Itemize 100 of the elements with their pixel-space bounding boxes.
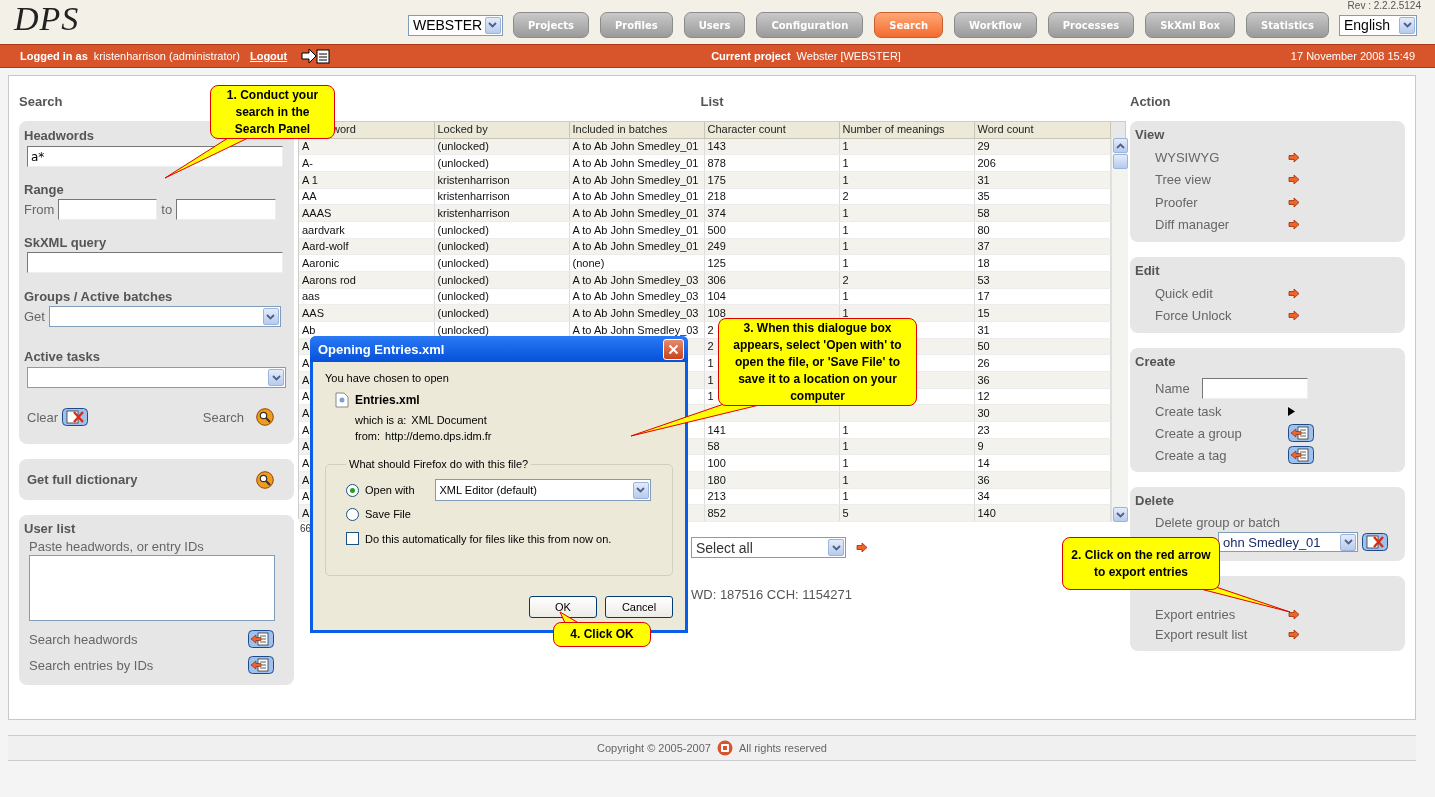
table-cell: 35 (977, 190, 990, 203)
from-input[interactable] (58, 199, 158, 220)
clear-icon[interactable] (1362, 533, 1388, 551)
table-cell: 1 (842, 440, 849, 453)
table-cell: 175 (707, 173, 726, 186)
logged-in-label: Logged in as (20, 50, 88, 62)
table-cell: aas (302, 290, 320, 303)
file-name: Entries.xml (355, 393, 420, 407)
table-cell: 180 (707, 473, 726, 486)
caret-icon (262, 308, 279, 325)
action-label: Diff manager (1155, 217, 1231, 233)
name-input[interactable] (1201, 377, 1308, 399)
table-cell: kristenharrison (437, 207, 510, 219)
scroll-thumb[interactable] (1112, 154, 1128, 169)
table-cell: 500 (707, 223, 726, 236)
batches-select[interactable] (48, 306, 281, 327)
headwords-textarea[interactable] (29, 555, 275, 621)
table-cell: 206 (977, 157, 996, 169)
caret-icon (268, 369, 284, 386)
table-cell: 2 (707, 323, 714, 336)
table-cell: 37 (977, 240, 990, 253)
table-cell: A (302, 490, 310, 503)
type-label: which is a: (355, 414, 407, 426)
table-cell: A (302, 340, 310, 353)
option-label[interactable]: Open with (365, 484, 415, 496)
play-icon[interactable] (1288, 407, 1295, 416)
field-label: Paste headwords, or entry IDs (29, 539, 205, 554)
arrow-icon[interactable] (1288, 310, 1300, 322)
add-to-list-icon[interactable] (248, 656, 274, 675)
table-cell: A (302, 390, 310, 403)
selection-select[interactable]: Select all (691, 537, 846, 558)
tasks-select[interactable] (27, 367, 286, 388)
table-cell: 26 (977, 357, 990, 370)
table-cell: 58 (977, 207, 990, 219)
radio-button[interactable] (346, 507, 359, 521)
ok-button[interactable]: OK (529, 596, 597, 618)
scroll-up-icon[interactable] (1112, 138, 1128, 153)
table-cell: A (302, 373, 310, 386)
arrow-icon[interactable] (1288, 219, 1300, 231)
add-to-list-icon[interactable] (1288, 424, 1314, 443)
logout-link[interactable]: Logout (249, 50, 288, 62)
table-cell: (unlocked) (437, 323, 489, 336)
project-name: Webster [WEBSTER] (796, 50, 901, 62)
action-label: Create a group (1155, 425, 1243, 441)
field-label: Name (1155, 380, 1190, 396)
field-label: Range (24, 182, 64, 197)
table-cell: A (302, 357, 310, 370)
search-icon[interactable] (256, 470, 274, 489)
clear-icon[interactable] (62, 408, 89, 426)
field-label: Get (24, 309, 45, 324)
to-input[interactable] (176, 199, 277, 220)
batch-select[interactable]: ohn Smedley_01 (1218, 532, 1358, 552)
radio-button[interactable] (346, 483, 359, 497)
table-cell: (unlocked) (437, 140, 489, 153)
table-cell: A to Ab John Smedley_03 (572, 323, 699, 336)
query-input[interactable] (27, 252, 283, 273)
arrow-icon[interactable] (856, 542, 868, 553)
option-label[interactable]: Save File (365, 508, 411, 520)
table-cell: Aard-wolf (302, 240, 349, 253)
arrow-icon[interactable] (1288, 287, 1300, 299)
table-cell: A to Ab John Smedley_03 (572, 290, 699, 303)
arrow-icon[interactable] (1288, 608, 1300, 620)
search-headwords-label: Search headwords (29, 631, 138, 647)
checkbox[interactable] (346, 532, 359, 545)
table-cell: 143 (707, 140, 726, 153)
logout-icon[interactable] (301, 48, 332, 64)
caret-icon (1399, 16, 1415, 34)
table-cell: 17 (977, 290, 990, 303)
action-label: Export entries (1155, 606, 1237, 622)
search-icon[interactable] (256, 408, 274, 426)
table-cell: (unlocked) (437, 157, 489, 169)
scroll-down-icon[interactable] (1112, 507, 1128, 522)
add-to-list-icon[interactable] (1288, 446, 1314, 465)
table-cell: 2 (842, 190, 849, 203)
project-select[interactable]: WEBSTER (407, 14, 503, 36)
arrow-icon[interactable] (1288, 196, 1300, 208)
language-select[interactable]: English (1339, 14, 1417, 36)
table-cell: A to Ab John Smedley_01 (572, 140, 699, 153)
table-cell: A (302, 140, 310, 153)
arrow-icon[interactable] (1288, 629, 1300, 641)
cancel-button[interactable]: Cancel (605, 596, 673, 618)
action-label: WYSIWYG (1155, 149, 1221, 165)
table-cell: Aaronic (302, 257, 340, 270)
table-cell: 53 (977, 273, 990, 286)
table-cell: A (302, 440, 310, 453)
arrow-icon[interactable] (1288, 151, 1300, 163)
add-to-list-icon[interactable] (248, 630, 274, 649)
close-button[interactable] (663, 338, 684, 360)
headwords-input[interactable]: a* (27, 146, 283, 167)
action-label: Create a tag (1155, 447, 1228, 463)
arrow-icon[interactable] (1288, 174, 1300, 186)
table-cell: 30 (977, 407, 990, 420)
table-cell: (unlocked) (437, 223, 489, 236)
table-cell: 23 (977, 423, 990, 436)
table-cell: 18 (977, 257, 990, 270)
table-cell: 1 (707, 390, 714, 403)
option-label[interactable]: Do this automatically for files like this from now on. (365, 532, 612, 545)
application-select[interactable]: XML Editor (default) (434, 479, 651, 501)
table-cell: A to Ab John Smedley_01 (572, 173, 699, 186)
table-cell: AAS (302, 307, 324, 320)
